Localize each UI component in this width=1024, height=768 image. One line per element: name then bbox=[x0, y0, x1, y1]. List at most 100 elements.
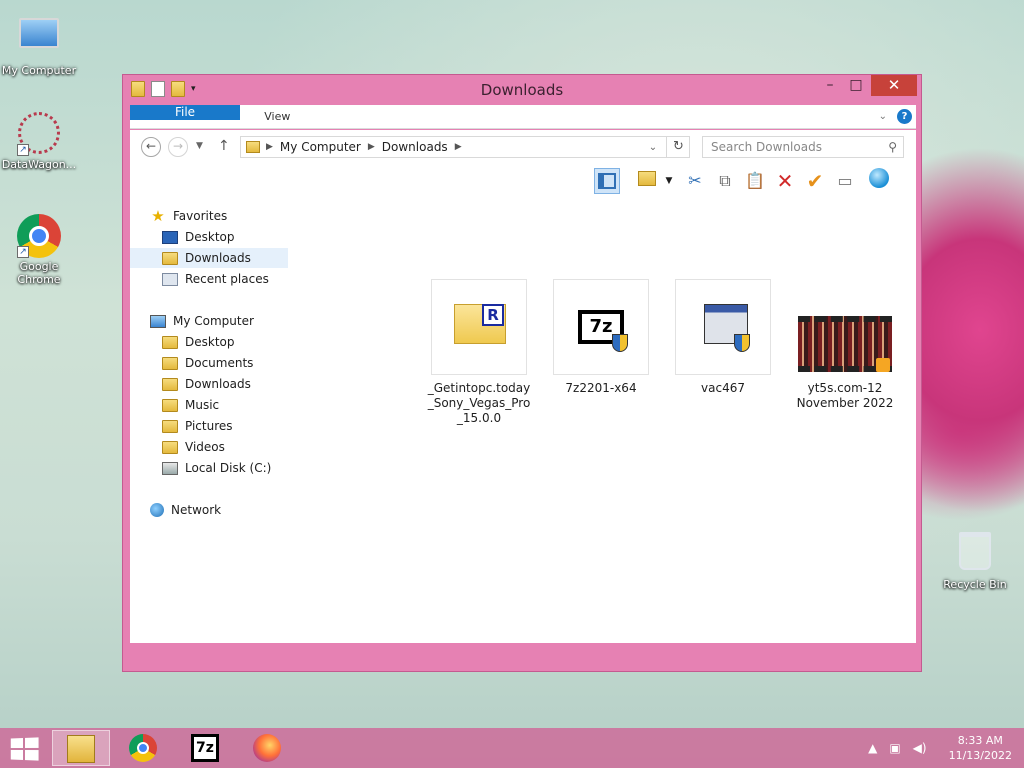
file-explorer-icon bbox=[67, 735, 95, 763]
start-button[interactable] bbox=[10, 737, 39, 761]
title-bar[interactable]: ▾ Downloads – □ ✕ bbox=[123, 75, 921, 105]
address-dropdown-icon[interactable]: ⌄ bbox=[643, 142, 663, 153]
desktop-icon-datawagon[interactable]: ↗ DataWagon... bbox=[0, 112, 78, 171]
nav-label: Local Disk (C:) bbox=[185, 461, 272, 475]
up-button[interactable]: ↑ bbox=[218, 138, 230, 154]
file-item[interactable]: vac467 bbox=[668, 279, 778, 396]
recent-locations-dropdown-icon[interactable]: ▼ bbox=[196, 141, 203, 151]
help-icon[interactable]: ? bbox=[897, 109, 912, 124]
nav-label: Downloads bbox=[185, 251, 251, 265]
preview-pane-button[interactable] bbox=[594, 168, 620, 194]
nav-network[interactable]: Network bbox=[130, 500, 288, 520]
file-name: 7z2201-x64 bbox=[565, 381, 637, 395]
desktop-icon-recycle-bin[interactable]: Recycle Bin bbox=[936, 528, 1014, 591]
downloads-folder-icon bbox=[162, 251, 178, 265]
close-button[interactable]: ✕ bbox=[871, 75, 917, 96]
taskbar-firefox[interactable] bbox=[238, 730, 296, 766]
search-input[interactable]: Search Downloads ⚲ bbox=[702, 136, 904, 158]
nav-pc-music[interactable]: Music bbox=[130, 395, 288, 415]
desktop-icon-my-computer[interactable]: My Computer bbox=[0, 10, 78, 77]
maximize-button[interactable]: □ bbox=[843, 77, 869, 95]
explorer-window: ▾ Downloads – □ ✕ File Home Share View ⌄… bbox=[122, 74, 922, 672]
taskbar-7zip[interactable]: 7z bbox=[176, 730, 234, 766]
globe-icon[interactable] bbox=[866, 168, 892, 194]
recycle-bin-icon bbox=[953, 532, 997, 576]
system-tray: ▲ ▣ ◀) 8:33 AM 11/13/2022 bbox=[868, 728, 1012, 768]
window-title: Downloads bbox=[480, 81, 564, 99]
folder-icon bbox=[162, 356, 178, 370]
file-item[interactable]: R _Getintopc.today _Sony_Vegas_Pro _15.0… bbox=[424, 279, 534, 426]
checkmark-icon[interactable]: ✔ bbox=[802, 168, 828, 194]
nav-label: Pictures bbox=[185, 419, 233, 433]
chrome-icon: ↗ bbox=[17, 214, 61, 258]
clock[interactable]: 8:33 AM 11/13/2022 bbox=[949, 733, 1012, 763]
paste-icon[interactable]: 📋 bbox=[742, 168, 768, 194]
file-item[interactable]: 7z 7z2201-x64 bbox=[546, 279, 656, 396]
folder-icon bbox=[162, 398, 178, 412]
clock-date: 11/13/2022 bbox=[948, 749, 1012, 762]
expand-ribbon-icon[interactable]: ⌄ bbox=[879, 111, 887, 122]
command-toolbar: ▼ ✂ ⧉ 📋 ✕ ✔ ▭ bbox=[130, 164, 916, 198]
7zip-installer-icon: 7z bbox=[553, 279, 649, 375]
content-area: ★ Favorites Desktop Downloads Recent pla… bbox=[130, 198, 916, 643]
nav-favorites[interactable]: ★ Favorites bbox=[130, 206, 288, 226]
back-button[interactable]: ← bbox=[141, 137, 161, 157]
location-icon bbox=[246, 141, 260, 153]
compressed-folder-r-icon: R bbox=[431, 279, 527, 375]
taskbar: 7z ▲ ▣ ◀) 8:33 AM 11/13/2022 bbox=[0, 728, 1024, 768]
copy-icon[interactable]: ⧉ bbox=[712, 168, 738, 194]
recent-places-icon bbox=[162, 272, 178, 286]
nav-pc-local-disk[interactable]: Local Disk (C:) bbox=[130, 458, 288, 478]
dropdown-icon[interactable]: ▼ bbox=[656, 168, 682, 194]
tab-file[interactable]: File bbox=[130, 105, 240, 120]
refresh-button[interactable]: ↻ bbox=[666, 136, 690, 158]
clock-time: 8:33 AM bbox=[957, 734, 1003, 747]
nav-label: Documents bbox=[185, 356, 254, 370]
cut-icon[interactable]: ✂ bbox=[682, 168, 708, 194]
address-bar[interactable]: ▶ My Computer ▶ Downloads ▶ ⌄ bbox=[240, 136, 690, 158]
nav-label: Music bbox=[185, 398, 220, 412]
breadcrumb-downloads[interactable]: Downloads bbox=[382, 140, 448, 154]
installer-icon bbox=[675, 279, 771, 375]
chevron-right-icon[interactable]: ▶ bbox=[455, 142, 462, 152]
desktop-icon-google-chrome[interactable]: ↗ Google Chrome bbox=[0, 214, 78, 286]
network-status-icon[interactable]: ▣ bbox=[889, 741, 900, 755]
volume-icon[interactable]: ◀) bbox=[913, 741, 927, 755]
folder-icon bbox=[162, 440, 178, 454]
file-item[interactable]: yt5s.com-12 November 2022 bbox=[790, 279, 900, 411]
datawagon-icon: ↗ bbox=[17, 112, 61, 156]
nav-label: Desktop bbox=[185, 335, 235, 349]
nav-pc-pictures[interactable]: Pictures bbox=[130, 416, 288, 436]
rename-icon[interactable]: ▭ bbox=[832, 168, 858, 194]
nav-pc-documents[interactable]: Documents bbox=[130, 353, 288, 373]
nav-label: Recent places bbox=[185, 272, 269, 286]
nav-pc-videos[interactable]: Videos bbox=[130, 437, 288, 457]
nav-my-computer[interactable]: My Computer bbox=[130, 311, 288, 331]
nav-label: My Computer bbox=[173, 314, 254, 328]
nav-label: Videos bbox=[185, 440, 225, 454]
chevron-right-icon[interactable]: ▶ bbox=[368, 142, 375, 152]
nav-fav-downloads[interactable]: Downloads bbox=[130, 248, 288, 268]
desktop-icon-label: My Computer bbox=[1, 64, 77, 77]
7zip-icon: 7z bbox=[191, 734, 219, 762]
nav-pc-downloads[interactable]: Downloads bbox=[130, 374, 288, 394]
minimize-button[interactable]: – bbox=[817, 77, 843, 95]
chevron-right-icon[interactable]: ▶ bbox=[266, 142, 273, 152]
forward-button[interactable]: → bbox=[168, 137, 188, 157]
ribbon-tabs: File Home Share View ⌄ ? bbox=[130, 105, 916, 129]
taskbar-chrome[interactable] bbox=[114, 730, 172, 766]
taskbar-file-explorer[interactable] bbox=[52, 730, 110, 766]
nav-fav-recent-places[interactable]: Recent places bbox=[130, 269, 288, 289]
search-icon[interactable]: ⚲ bbox=[888, 137, 897, 157]
file-name: _Getintopc.today _Sony_Vegas_Pro _15.0.0 bbox=[427, 381, 531, 425]
show-hidden-icons-icon[interactable]: ▲ bbox=[868, 741, 877, 755]
nav-pc-desktop[interactable]: Desktop bbox=[130, 332, 288, 352]
breadcrumb-my-computer[interactable]: My Computer bbox=[280, 140, 361, 154]
nav-label: Favorites bbox=[173, 209, 228, 223]
tab-view[interactable]: View bbox=[250, 105, 304, 128]
nav-label: Downloads bbox=[185, 377, 251, 391]
firefox-icon bbox=[253, 734, 281, 762]
nav-fav-desktop[interactable]: Desktop bbox=[130, 227, 288, 247]
file-list: R _Getintopc.today _Sony_Vegas_Pro _15.0… bbox=[308, 198, 908, 643]
delete-icon[interactable]: ✕ bbox=[772, 168, 798, 194]
